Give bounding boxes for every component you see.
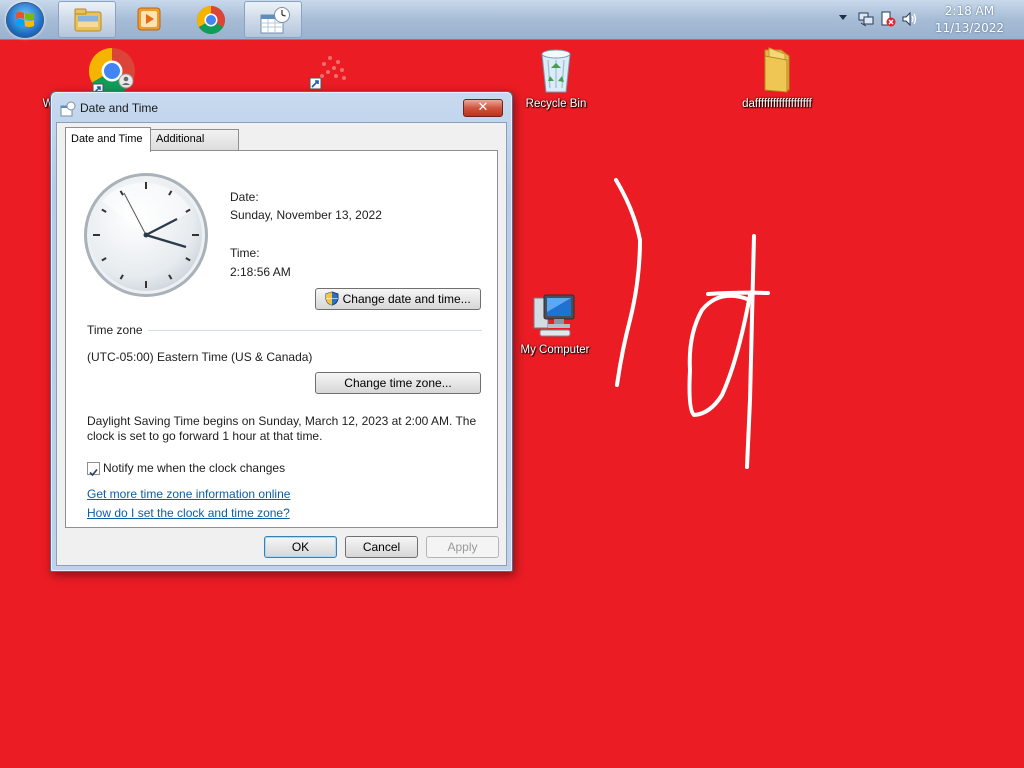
timezone-value: (UTC-05:00) Eastern Time (US & Canada) [87, 350, 313, 364]
tab-panel: Date: Sunday, November 13, 2022 Time: 2:… [65, 150, 498, 528]
taskbar: 2:18 AM 11/13/2022 [0, 0, 1024, 40]
shortcut-icon [309, 56, 346, 90]
folder-icon [764, 47, 790, 93]
desktop-icon-folder[interactable]: dafffffffffffffffffff [730, 46, 824, 110]
link-how-to-set-clock[interactable]: How do I set the clock and time zone? [87, 506, 290, 520]
notify-label[interactable]: Notify me when the clock changes [103, 461, 285, 475]
chrome-shortcut-icon [88, 47, 135, 95]
ok-button[interactable]: OK [264, 536, 337, 558]
desktop-icon-label: Recycle Bin [525, 98, 587, 110]
network-icon[interactable] [858, 11, 874, 27]
recycle-bin-icon [541, 49, 571, 93]
taskbar-media-player[interactable] [120, 1, 178, 38]
freehand-drawing [614, 178, 770, 469]
action-center-icon[interactable] [880, 11, 896, 27]
clock-date: 11/13/2022 [934, 21, 1004, 35]
tab-date-and-time[interactable]: Date and Time [65, 127, 151, 152]
taskbar-date-time[interactable] [244, 1, 302, 38]
change-date-time-button[interactable]: Change date and time... [315, 288, 481, 310]
link-timezone-info[interactable]: Get more time zone information online [87, 487, 290, 501]
desktop-icon-label: dafffffffffffffffffff [742, 98, 812, 110]
system-tray: 2:18 AM 11/13/2022 [834, 0, 1024, 40]
taskbar-explorer[interactable] [58, 1, 116, 38]
taskbar-clock[interactable]: 2:18 AM 11/13/2022 [935, 3, 1004, 37]
tab-label: Date and Time [71, 133, 143, 145]
desktop-icon-shortcut[interactable] [308, 48, 356, 96]
taskbar-chrome[interactable] [182, 1, 240, 38]
change-time-zone-label: Change time zone... [344, 376, 452, 390]
start-button[interactable] [6, 2, 44, 38]
tab-additional-clocks[interactable]: Additional Clocks [150, 129, 239, 164]
time-label: Time: [230, 246, 260, 260]
desktop-icon-recycle-bin[interactable]: Recycle Bin [518, 46, 594, 110]
computer-icon [533, 294, 575, 337]
apply-button[interactable]: Apply [426, 536, 499, 558]
apply-label: Apply [447, 540, 478, 554]
chrome-icon [197, 6, 225, 34]
dialog-title: Date and Time [80, 101, 159, 115]
analog-clock [84, 173, 208, 297]
windows-logo-icon [16, 12, 34, 27]
change-time-zone-button[interactable]: Change time zone... [315, 372, 481, 394]
clock-time: 2:18 AM [944, 4, 995, 18]
dialog-client-area: Date and Time Additional Clocks [56, 122, 507, 566]
media-player-icon [137, 7, 161, 31]
desktop-icon-my-computer[interactable]: My Computer [516, 292, 594, 356]
uac-shield-icon [325, 291, 339, 306]
date-time-app-icon [60, 101, 76, 117]
dst-info-line-1: Daylight Saving Time begins on Sunday, M… [87, 414, 477, 428]
cancel-label: Cancel [362, 540, 401, 554]
date-time-dialog: Date and Time ✕ Date and Time Additional… [50, 91, 513, 572]
date-label: Date: [230, 190, 259, 204]
date-value: Sunday, November 13, 2022 [230, 208, 382, 222]
notify-checkbox[interactable] [87, 462, 100, 477]
folder-icon [74, 8, 102, 32]
close-icon: ✕ [477, 100, 489, 115]
volume-icon[interactable] [902, 11, 918, 27]
close-button[interactable]: ✕ [463, 99, 503, 117]
change-date-time-label: Change date and time... [342, 292, 471, 306]
ok-label: OK [291, 540, 310, 554]
timezone-divider [148, 330, 482, 331]
cancel-button[interactable]: Cancel [345, 536, 418, 558]
timezone-header: Time zone [87, 323, 143, 337]
show-hidden-icons-icon[interactable] [838, 12, 848, 22]
dst-info-line-2: clock is set to go forward 1 hour at tha… [87, 429, 323, 443]
calendar-clock-icon [260, 7, 290, 34]
time-value: 2:18:56 AM [230, 265, 291, 279]
checkmark-icon [89, 468, 98, 477]
desktop-icon-label: My Computer [520, 344, 590, 356]
